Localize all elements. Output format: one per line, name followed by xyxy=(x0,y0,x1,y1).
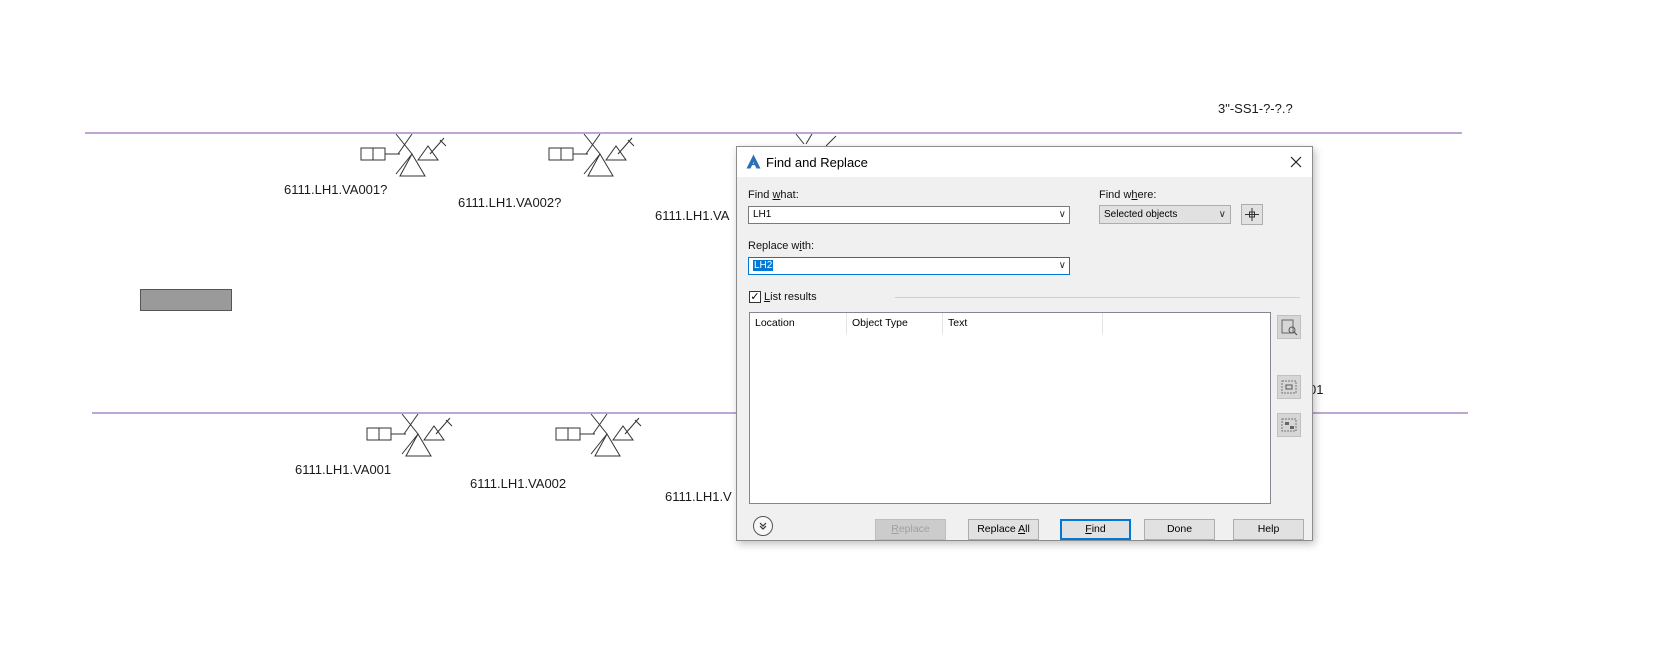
chevron-down-icon: ∨ xyxy=(1218,209,1226,220)
zoom-to-result-button[interactable] xyxy=(1277,315,1301,339)
zoom-to-icon xyxy=(1281,319,1298,336)
find-replace-dialog: Find and Replace Find what: LH1 ∨ Find w… xyxy=(736,146,1313,541)
replace-button[interactable]: Replace xyxy=(875,519,946,540)
column-header-text[interactable]: Text xyxy=(943,313,1103,334)
results-list[interactable]: Location Object Type Text xyxy=(749,312,1271,504)
find-what-label: Find what: xyxy=(748,189,799,201)
find-what-combobox[interactable]: LH1 ∨ xyxy=(748,206,1070,224)
dialog-titlebar[interactable]: Find and Replace xyxy=(737,147,1312,177)
help-button[interactable]: Help xyxy=(1233,519,1304,540)
column-header-object-type[interactable]: Object Type xyxy=(847,313,943,334)
valve-tag-lower-2[interactable]: 6111.LH1.VA002 xyxy=(470,476,566,491)
list-results-checkbox[interactable]: ✓ xyxy=(749,291,761,303)
replace-with-label: Replace with: xyxy=(748,240,815,252)
replace-with-combobox[interactable]: LH2 ∨ xyxy=(748,257,1070,275)
more-options-button[interactable] xyxy=(753,516,773,536)
close-button[interactable] xyxy=(1284,150,1308,174)
find-button[interactable]: Find xyxy=(1060,519,1131,540)
selection-set-all-icon xyxy=(1281,380,1297,394)
autocad-app-icon xyxy=(746,154,761,169)
crosshair-icon xyxy=(1245,208,1259,221)
valve-symbol-lower-2 xyxy=(555,413,642,457)
find-what-value: LH1 xyxy=(753,209,772,220)
valve-symbol-lower-1 xyxy=(366,413,453,457)
list-results-label[interactable]: List results xyxy=(764,291,817,303)
find-where-dropdown[interactable]: Selected objects ∨ xyxy=(1099,205,1231,224)
dialog-title: Find and Replace xyxy=(766,155,868,170)
valve-symbol-upper-3 xyxy=(795,133,837,147)
group-separator xyxy=(895,297,1300,298)
column-header-location[interactable]: Location xyxy=(750,313,847,334)
chevron-down-icon[interactable]: ∨ xyxy=(1059,258,1066,274)
valve-tag-upper-3[interactable]: 6111.LH1.VA xyxy=(655,208,729,223)
valve-tag-upper-1[interactable]: 6111.LH1.VA001? xyxy=(284,182,387,197)
pipe-tag-label[interactable]: 3"-SS1-?-?.? xyxy=(1218,101,1293,116)
select-objects-button[interactable] xyxy=(1241,204,1263,225)
done-button[interactable]: Done xyxy=(1144,519,1215,540)
replace-with-value: LH2 xyxy=(753,260,774,271)
gray-block-object[interactable] xyxy=(140,289,232,311)
chevron-down-icon[interactable]: ∨ xyxy=(1059,207,1066,223)
create-selection-set-highlighted-button[interactable] xyxy=(1277,413,1301,437)
close-icon xyxy=(1290,156,1302,168)
selection-set-highlighted-icon xyxy=(1281,418,1297,432)
valve-tag-lower-1[interactable]: 6111.LH1.VA001 xyxy=(295,462,391,477)
create-selection-set-all-button[interactable] xyxy=(1277,375,1301,399)
valve-tag-lower-3[interactable]: 6111.LH1.V xyxy=(665,489,732,504)
valve-tag-upper-2[interactable]: 6111.LH1.VA002? xyxy=(458,195,561,210)
find-where-label: Find where: xyxy=(1099,189,1157,201)
valve-symbol-upper-1 xyxy=(360,133,447,177)
find-where-value: Selected objects xyxy=(1104,209,1178,220)
replace-all-button[interactable]: Replace All xyxy=(968,519,1039,540)
chevron-down-icon xyxy=(759,522,767,530)
valve-symbol-upper-2 xyxy=(548,133,635,177)
